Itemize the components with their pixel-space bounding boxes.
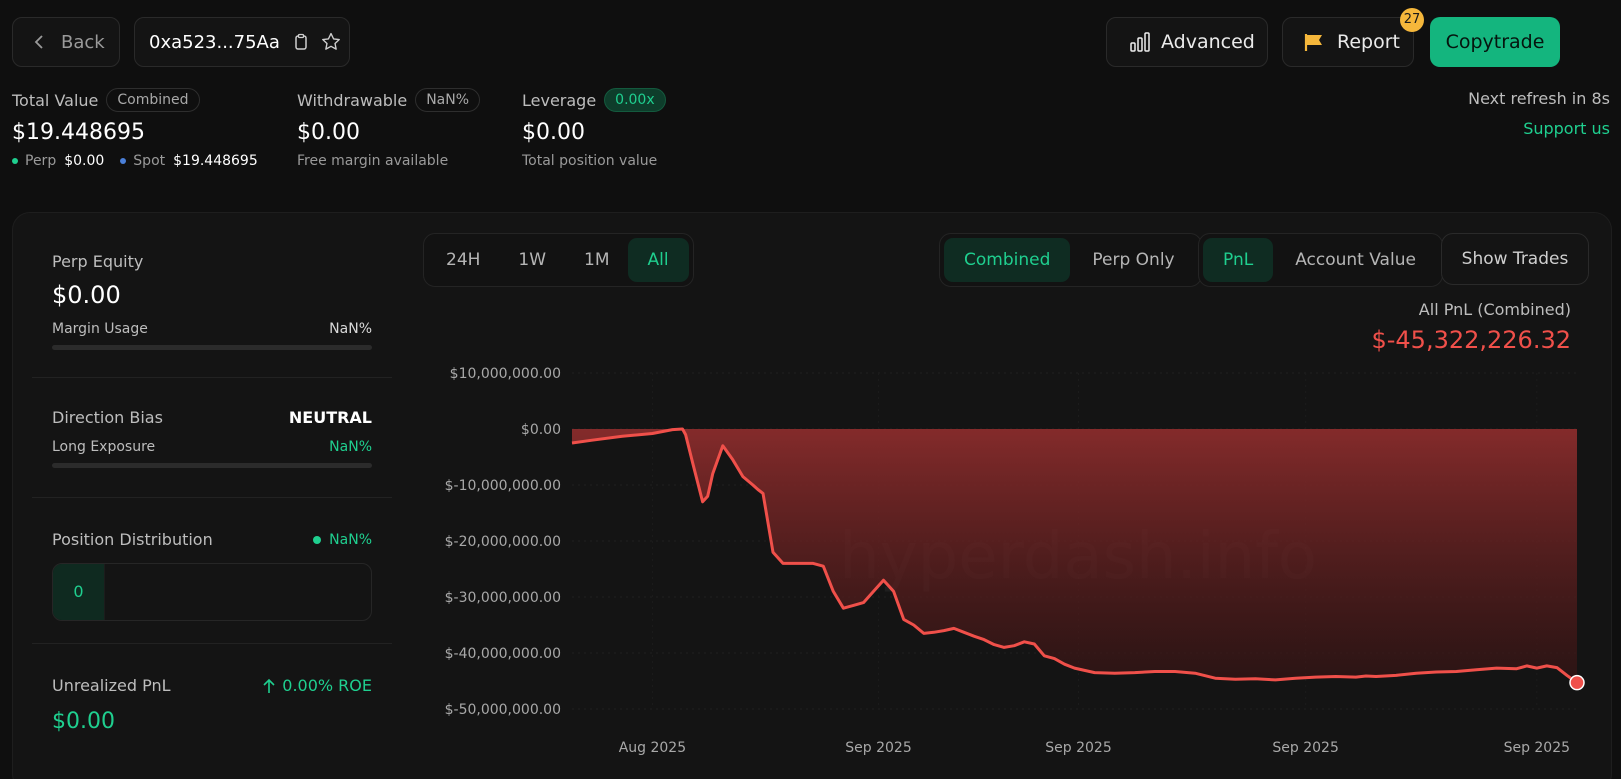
leverage-value: $0.00: [522, 120, 585, 145]
roe-text: 0.00% ROE: [282, 676, 372, 695]
scope-selector: Combined Perp Only: [939, 233, 1202, 287]
advanced-label: Advanced: [1161, 31, 1255, 53]
arrow-up-icon: [263, 678, 275, 693]
divider: [32, 643, 392, 644]
perp-dot-icon: [12, 158, 18, 164]
bar-chart-icon: [1130, 32, 1150, 52]
perp-equity-value: $0.00: [52, 281, 121, 309]
chevron-left-icon: [34, 35, 43, 49]
back-button[interactable]: Back: [12, 17, 120, 67]
unrealized-pnl-label: Unrealized PnL: [52, 676, 171, 695]
long-exposure-value: NaN%: [329, 439, 372, 455]
unrealized-pnl-value: $0.00: [52, 709, 115, 734]
position-distribution-value: NaN%: [329, 531, 372, 548]
direction-bias-label: Direction Bias: [52, 408, 163, 427]
leverage-label: Leverage: [522, 91, 597, 110]
withdrawable-pill: NaN%: [415, 88, 481, 112]
withdrawable-sub: Free margin available: [297, 153, 449, 169]
report-count-badge: 27: [1400, 8, 1424, 32]
range-1m[interactable]: 1M: [566, 238, 627, 282]
advanced-button[interactable]: Advanced: [1106, 17, 1268, 67]
show-trades-button[interactable]: Show Trades: [1441, 233, 1589, 285]
margin-usage-bar: [52, 345, 372, 350]
flag-icon: [1304, 34, 1322, 51]
wallet-address[interactable]: 0xa523...75Aa: [149, 32, 280, 53]
back-label: Back: [61, 31, 105, 53]
unrealized-pnl-section: Unrealized PnL 0.00% ROE $0.00: [52, 676, 372, 734]
divider: [32, 377, 392, 378]
direction-bias-section: Direction Bias NEUTRAL Long Exposure NaN…: [52, 408, 372, 468]
combined-pill: Combined: [106, 88, 200, 112]
position-distribution-box: 0: [52, 563, 372, 621]
copy-icon[interactable]: [292, 33, 310, 51]
metric-pnl[interactable]: PnL: [1203, 238, 1274, 282]
address-box: 0xa523...75Aa: [134, 17, 350, 67]
scope-combined[interactable]: Combined: [944, 238, 1071, 282]
range-1w[interactable]: 1W: [498, 238, 566, 282]
time-range-selector: 24H 1W 1M All: [423, 233, 694, 287]
margin-usage-label: Margin Usage: [52, 321, 148, 337]
margin-usage-value: NaN%: [329, 321, 372, 337]
range-24h[interactable]: 24H: [428, 238, 498, 282]
perp-equity-label: Perp Equity: [52, 252, 144, 271]
perp-label: Perp: [25, 153, 57, 169]
perp-equity-section: Perp Equity $0.00 Margin Usage NaN%: [52, 252, 372, 350]
report-button[interactable]: Report: [1282, 17, 1414, 67]
spot-label: Spot: [133, 153, 166, 169]
total-value: $19.448695: [12, 120, 145, 145]
direction-bias-value: NEUTRAL: [288, 408, 372, 427]
leverage-pill: 0.00x: [604, 88, 666, 112]
perp-value: $0.00: [64, 153, 105, 169]
total-value-block: Total Value Combined $19.448695 Perp $0.0…: [12, 88, 282, 169]
support-link[interactable]: Support us: [1523, 119, 1610, 138]
leverage-block: Leverage 0.00x $0.00 Total position value: [522, 88, 722, 169]
show-trades-label: Show Trades: [1461, 249, 1569, 269]
range-all[interactable]: All: [627, 238, 689, 282]
withdrawable-block: Withdrawable NaN% $0.00 Free margin avail…: [297, 88, 507, 169]
long-exposure-label: Long Exposure: [52, 439, 156, 455]
chart-summary-title: All PnL (Combined): [1418, 300, 1571, 319]
scope-perp-only[interactable]: Perp Only: [1070, 238, 1196, 282]
long-exposure-bar: [52, 463, 372, 468]
refresh-text: Next refresh in 8s: [1468, 89, 1610, 108]
metric-account-value[interactable]: Account Value: [1273, 238, 1438, 282]
total-value-label: Total Value: [12, 91, 99, 110]
spot-value: $19.448695: [173, 153, 258, 169]
report-label: Report: [1337, 31, 1400, 53]
position-count: 0: [53, 564, 105, 620]
divider: [32, 497, 392, 498]
withdrawable-label: Withdrawable: [297, 91, 408, 110]
star-icon[interactable]: [320, 31, 342, 53]
spot-dot-icon: [120, 158, 127, 164]
position-distribution-section: Position Distribution NaN% 0: [52, 530, 372, 621]
copytrade-button[interactable]: Copytrade: [1430, 17, 1560, 67]
metric-selector: PnL Account Value: [1198, 233, 1443, 287]
chart-summary-value: $-45,322,226.32: [1371, 326, 1571, 354]
leverage-sub: Total position value: [522, 153, 658, 169]
withdrawable-value: $0.00: [297, 120, 360, 145]
status-dot-icon: [313, 535, 322, 544]
position-distribution-label: Position Distribution: [52, 530, 213, 549]
